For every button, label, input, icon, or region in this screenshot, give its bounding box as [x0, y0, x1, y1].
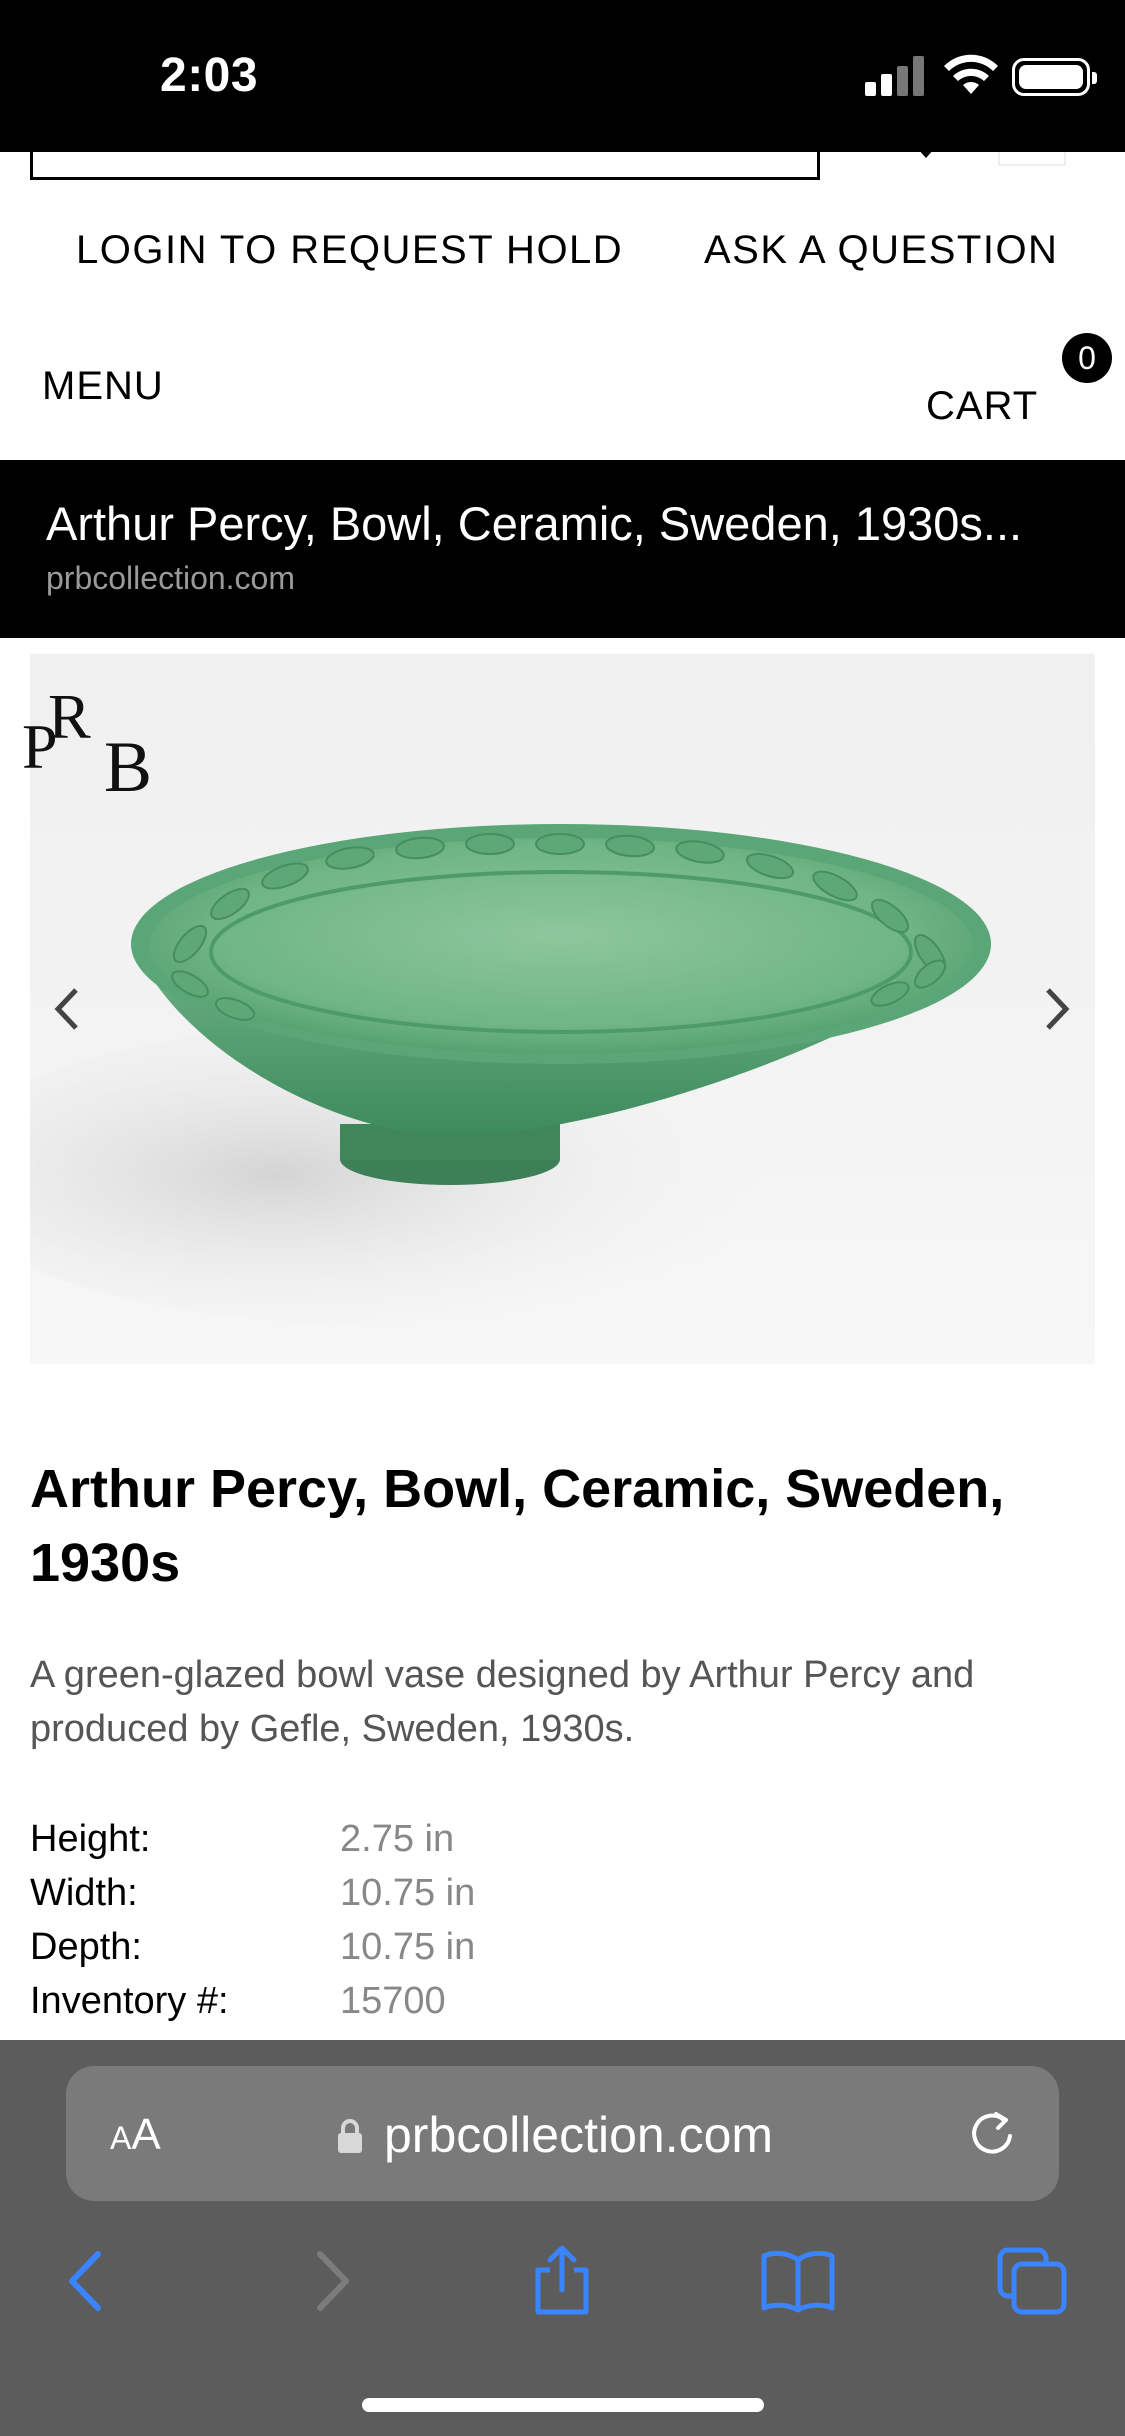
cart-button[interactable]: CART — [926, 384, 1038, 429]
bookmarks-icon[interactable] — [758, 2246, 838, 2316]
reader-aa-button[interactable]: AA — [110, 2110, 161, 2160]
logo-letter-r: R — [48, 681, 91, 752]
chevron-right-icon[interactable] — [1042, 986, 1072, 1032]
header-box-partial — [998, 152, 1066, 166]
login-to-request-hold-link[interactable]: LOGIN TO REQUEST HOLD — [76, 228, 623, 273]
back-icon[interactable] — [48, 2246, 128, 2316]
spec-inventory-label: Inventory #: — [30, 1980, 229, 2022]
status-time: 2:03 — [160, 49, 259, 102]
forward-icon[interactable] — [290, 2246, 370, 2316]
ask-a-question-link[interactable]: ASK A QUESTION — [704, 228, 1058, 273]
status-icons — [865, 50, 1125, 102]
home-indicator — [362, 2398, 764, 2412]
chevron-down-icon — [917, 148, 935, 158]
logo-letter-b: B — [104, 727, 153, 807]
wifi-icon — [944, 54, 998, 94]
search-input-partial[interactable] — [30, 140, 820, 180]
banner-title: Arthur Percy, Bowl, Ceramic, Sweden, 193… — [46, 497, 1023, 550]
spec-depth-value: 10.75 in — [340, 1926, 476, 1968]
spec-inventory-value: 15700 — [340, 1980, 446, 2022]
reload-icon[interactable] — [966, 2108, 1018, 2160]
battery-icon — [1012, 58, 1097, 96]
chevron-left-icon[interactable] — [52, 986, 82, 1032]
product-image-bowl — [30, 824, 991, 1324]
product-title: Arthur Percy, Bowl, Ceramic, Sweden, 193… — [30, 1459, 1005, 1593]
spec-depth-label: Depth: — [30, 1926, 142, 1968]
product-description: A green-glazed bowl vase designed by Art… — [30, 1654, 975, 1750]
spec-width-value: 10.75 in — [340, 1872, 476, 1914]
menu-button[interactable]: MENU — [42, 364, 164, 409]
cellular-signal-icon — [865, 56, 927, 96]
spec-height-value: 2.75 in — [340, 1818, 455, 1860]
spec-height-label: Height: — [30, 1818, 151, 1860]
url-text[interactable]: prbcollection.com — [384, 2106, 773, 2164]
status-bar: 2:03 — [0, 0, 1125, 152]
cart-count-badge: 0 — [1062, 333, 1112, 383]
share-icon[interactable] — [522, 2246, 602, 2316]
banner-domain: prbcollection.com — [46, 560, 295, 596]
spec-width-label: Width: — [30, 1872, 138, 1914]
tabs-icon[interactable] — [992, 2246, 1072, 2316]
prb-logo: P R B — [22, 680, 152, 807]
lock-icon — [338, 2119, 362, 2153]
